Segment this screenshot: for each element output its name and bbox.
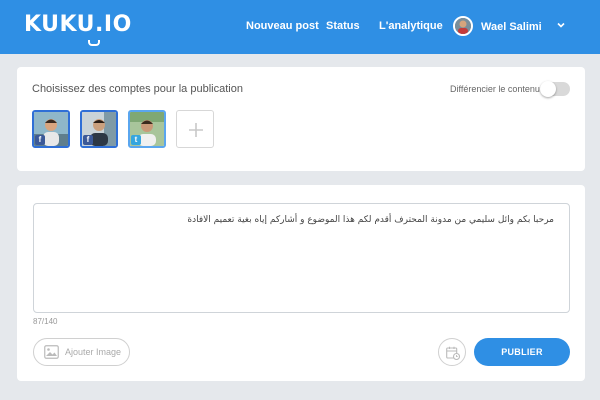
facebook-badge: f xyxy=(35,135,45,145)
logo-text: KUKU.IO xyxy=(24,12,132,37)
differentiate-label: Différencier le contenu xyxy=(450,84,540,94)
post-text: مرحبا بكم وائل سليمي من مدونة المحترف أق… xyxy=(187,215,554,225)
facebook-badge: f xyxy=(83,135,93,145)
image-icon xyxy=(44,345,59,359)
char-counter: 87/140 xyxy=(33,317,58,326)
calendar-clock-icon xyxy=(446,346,460,360)
logo[interactable]: KUKU.IO xyxy=(24,12,132,46)
plus-icon xyxy=(189,123,203,137)
top-navbar: KUKU.IO Nouveau post Status L'analytique… xyxy=(0,0,600,54)
account-avatar-2[interactable]: f xyxy=(80,110,118,148)
publish-button[interactable]: PUBLIER xyxy=(474,338,570,366)
add-image-label: Ajouter Image xyxy=(65,347,122,357)
account-avatar-3[interactable]: t xyxy=(128,110,166,148)
toggle-knob xyxy=(540,81,556,97)
differentiate-toggle[interactable] xyxy=(540,81,570,97)
nav-status[interactable]: Status xyxy=(326,20,360,32)
post-textarea[interactable]: مرحبا بكم وائل سليمي من مدونة المحترف أق… xyxy=(33,203,570,313)
user-menu[interactable]: Wael Salimi xyxy=(453,16,583,38)
avatar xyxy=(453,16,473,36)
nav-new-post[interactable]: Nouveau post xyxy=(246,20,319,32)
schedule-button[interactable] xyxy=(438,338,466,366)
twitter-badge: t xyxy=(131,135,141,145)
chevron-down-icon[interactable] xyxy=(555,19,567,31)
composer-card: مرحبا بكم وائل سليمي من مدونة المحترف أق… xyxy=(17,185,585,381)
add-image-button[interactable]: Ajouter Image xyxy=(33,338,130,366)
account-avatar-1[interactable]: f xyxy=(32,110,70,148)
logo-icon xyxy=(88,40,100,46)
accounts-title: Choisissez des comptes pour la publicati… xyxy=(32,83,243,95)
nav-analytics[interactable]: L'analytique xyxy=(379,20,443,32)
user-name: Wael Salimi xyxy=(481,21,542,33)
add-account-button[interactable] xyxy=(176,110,214,148)
accounts-card: Choisissez des comptes pour la publicati… xyxy=(17,67,585,171)
